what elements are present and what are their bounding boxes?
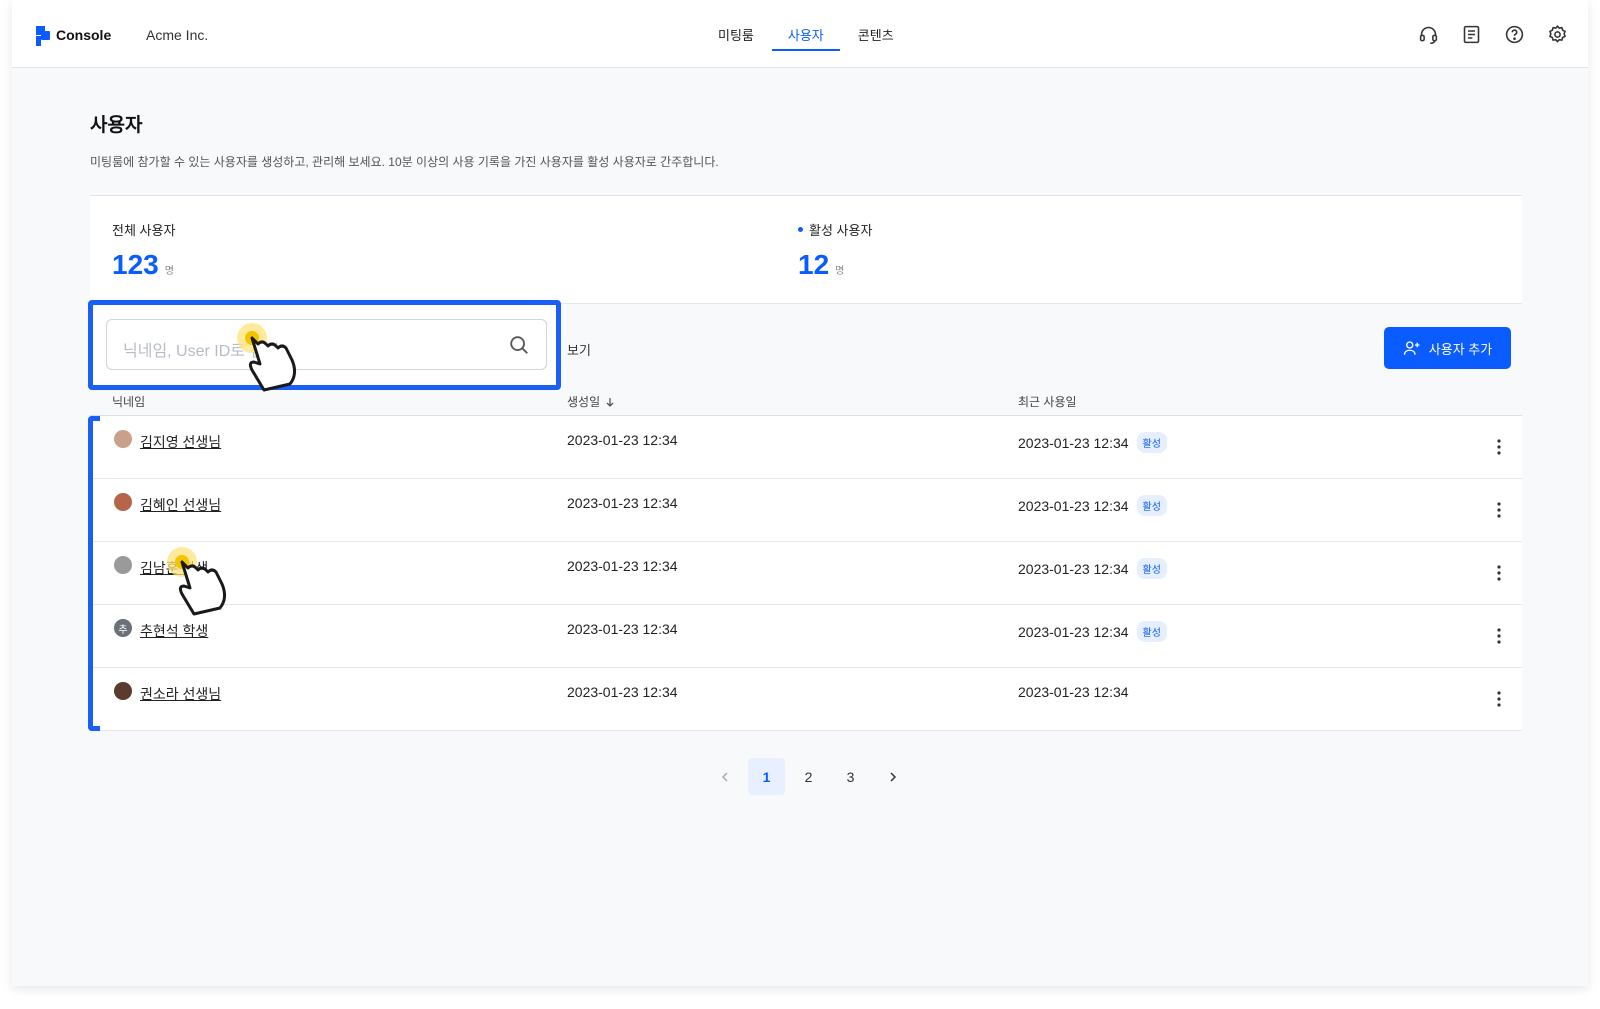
brand-name: Console <box>56 27 112 43</box>
add-user-icon <box>1403 341 1420 355</box>
page-title: 사용자 <box>90 115 143 136</box>
chevron-left-icon <box>721 771 728 782</box>
recent-date: 2023-01-23 12:34 <box>1018 434 1129 451</box>
search-input[interactable]: 닉네임, User ID로 검색 <box>106 319 547 370</box>
avatar: 추 <box>114 619 132 637</box>
org-name: Acme Inc. <box>146 27 209 43</box>
created-date: 2023-01-23 12:34 <box>567 495 678 511</box>
app-window: Console Acme Inc. 미팅룸 사용자 콘텐츠 사용자 미팅룸에 참… <box>12 0 1588 986</box>
more-options-icon[interactable] <box>1496 438 1502 456</box>
avatar <box>114 430 132 448</box>
total-users-value: 123 <box>112 249 159 280</box>
status-badge: 활성 <box>1136 621 1167 642</box>
user-name-link[interactable]: 김지영 선생님 <box>140 432 221 452</box>
active-users-label: 활성 사용자 <box>809 223 873 238</box>
user-name-link[interactable]: 권소라 선생님 <box>140 684 221 704</box>
page-3-button[interactable]: 3 <box>832 758 869 795</box>
add-user-label: 사용자 추가 <box>1428 341 1493 357</box>
created-date: 2023-01-23 12:34 <box>567 558 678 574</box>
stats-panel: 전체 사용자 123 명 활성 사용자 12 명 <box>90 196 1522 304</box>
total-users-stat: 전체 사용자 123 명 <box>112 220 175 281</box>
top-icons <box>1418 24 1568 45</box>
active-dot-icon <box>798 227 803 232</box>
more-options-icon[interactable] <box>1496 564 1502 582</box>
active-users-stat: 활성 사용자 12 명 <box>798 220 872 281</box>
help-icon[interactable] <box>1504 24 1525 45</box>
status-badge: 활성 <box>1136 495 1167 516</box>
avatar <box>114 556 132 574</box>
recent-date-cell: 2023-01-23 12:34 활성 <box>1018 621 1167 642</box>
recent-date: 2023-01-23 12:34 <box>1018 497 1129 514</box>
prev-page-button[interactable] <box>706 758 743 795</box>
more-options-icon[interactable] <box>1496 690 1502 708</box>
user-name-link[interactable]: 김남훈 학생 <box>140 558 208 578</box>
created-date: 2023-01-23 12:34 <box>567 621 678 637</box>
table-row[interactable]: 김혜인 선생님 2023-01-23 12:34 2023-01-23 12:34 활… <box>90 479 1522 542</box>
recent-date-cell: 2023-01-23 12:34 활성 <box>1018 558 1167 579</box>
console-logo-icon <box>36 26 50 46</box>
recent-date: 2023-01-23 12:34 <box>1018 560 1129 577</box>
active-users-value: 12 <box>798 249 830 280</box>
total-users-label: 전체 사용자 <box>112 223 176 238</box>
settings-icon[interactable] <box>1547 24 1568 45</box>
tab-users[interactable]: 사용자 <box>771 0 840 51</box>
recent-date: 2023-01-23 12:34 <box>1018 623 1129 640</box>
active-users-unit: 명 <box>835 266 845 277</box>
column-recent[interactable]: 최근 사용일 <box>1018 393 1077 410</box>
status-badge: 활성 <box>1136 432 1167 453</box>
sort-down-icon[interactable] <box>605 397 615 407</box>
main-nav: 미팅룸 사용자 콘텐츠 <box>702 0 912 68</box>
page-2-button[interactable]: 2 <box>790 758 827 795</box>
search-icon[interactable] <box>508 334 530 356</box>
user-name-link[interactable]: 김혜인 선생님 <box>140 495 221 515</box>
created-date: 2023-01-23 12:34 <box>567 684 678 700</box>
headset-icon[interactable] <box>1418 24 1439 45</box>
tab-meeting-room[interactable]: 미팅룸 <box>702 0 770 51</box>
top-bar: Console Acme Inc. 미팅룸 사용자 콘텐츠 <box>12 0 1588 68</box>
rows-highlight-frame <box>88 416 100 731</box>
created-date: 2023-01-23 12:34 <box>567 432 678 448</box>
next-page-button[interactable] <box>874 758 911 795</box>
column-created[interactable]: 생성일 <box>567 393 615 410</box>
tab-contents[interactable]: 콘텐츠 <box>842 0 910 51</box>
table-row[interactable]: 권소라 선생님 2023-01-23 12:34 2023-01-23 12:34 <box>90 668 1522 731</box>
status-badge: 활성 <box>1136 558 1167 579</box>
table-row[interactable]: 추 추현석 학생 2023-01-23 12:34 2023-01-23 12:34 활… <box>90 605 1522 668</box>
recent-date-cell: 2023-01-23 12:34 활성 <box>1018 495 1167 516</box>
chevron-right-icon <box>889 771 896 782</box>
search-placeholder: 닉네임, User ID로 검색 <box>123 343 279 360</box>
table-row[interactable]: 김지영 선생님 2023-01-23 12:34 2023-01-23 12:34 활… <box>90 416 1522 479</box>
recent-date: 2023-01-23 12:34 <box>1018 684 1129 700</box>
document-icon[interactable] <box>1461 24 1482 45</box>
pagination: 1 2 3 <box>706 758 911 795</box>
recent-date-cell: 2023-01-23 12:34 활성 <box>1018 432 1167 453</box>
user-name-link[interactable]: 추현석 학생 <box>140 621 208 641</box>
recent-date-cell: 2023-01-23 12:34 <box>1018 684 1129 700</box>
total-users-unit: 명 <box>164 266 174 277</box>
more-options-icon[interactable] <box>1496 627 1502 645</box>
page-1-button[interactable]: 1 <box>748 758 785 795</box>
more-options-icon[interactable] <box>1496 501 1502 519</box>
column-nickname[interactable]: 닉네임 <box>112 393 145 410</box>
add-user-button[interactable]: 사용자 추가 <box>1384 327 1511 369</box>
table-row[interactable]: 김남훈 학생 2023-01-23 12:34 2023-01-23 12:34 활성 <box>90 542 1522 605</box>
view-label: 보기 <box>567 343 591 358</box>
avatar <box>114 682 132 700</box>
avatar <box>114 493 132 511</box>
page-description: 미팅룸에 참가할 수 있는 사용자를 생성하고, 관리해 보세요. 10분 이상… <box>90 155 719 169</box>
